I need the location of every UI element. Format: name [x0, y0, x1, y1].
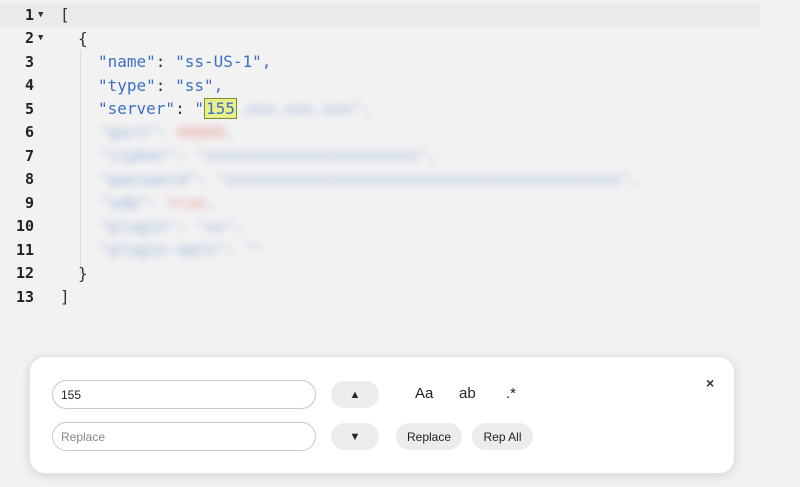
line-number: 8: [24, 170, 34, 189]
gutter: 1 ▼: [0, 3, 52, 27]
code-line-1[interactable]: 1 ▼ [: [0, 3, 760, 27]
code-text: ]: [60, 287, 70, 307]
redacted-text: .xxx.xxx.xxx",: [236, 99, 372, 119]
colon: :: [155, 52, 176, 72]
code-line-12[interactable]: 12 }: [0, 262, 760, 286]
redacted-text: "password": "xxxxxxxxxxxxxxxxxxxxxxxxxxx…: [100, 169, 640, 189]
code-line-6[interactable]: 6 "port": 00000,: [0, 121, 760, 145]
code-text: [: [60, 5, 70, 25]
line-number: 10: [15, 217, 34, 236]
gutter: 10: [0, 215, 52, 239]
code-text: "server": " 155 .xxx.xxx.xxx",: [98, 98, 372, 120]
replace-button[interactable]: Replace: [396, 423, 462, 450]
line-number: 6: [24, 123, 34, 142]
line-number: 2: [24, 29, 34, 48]
gutter: 4: [0, 74, 52, 98]
line-number: 4: [24, 76, 34, 95]
whole-word-toggle[interactable]: ab: [459, 385, 476, 402]
code-line-3[interactable]: 3 "name": "ss-US-1",: [0, 50, 760, 74]
redacted-text: "plugin-opts": "": [100, 240, 264, 260]
replace-all-button[interactable]: Rep All: [472, 423, 533, 450]
line-number: 9: [24, 193, 34, 212]
search-match-highlight: 155: [203, 98, 237, 120]
gutter: 11: [0, 238, 52, 262]
line-number: 3: [24, 52, 34, 71]
json-value-prefix: ": [194, 99, 204, 119]
gutter: 6: [0, 121, 52, 145]
find-previous-button[interactable]: ▲: [331, 381, 379, 408]
gutter: 13: [0, 285, 52, 309]
line-number: 1: [24, 5, 34, 24]
regex-toggle[interactable]: .*: [506, 385, 516, 402]
code-line-4[interactable]: 4 "type": "ss",: [0, 74, 760, 98]
colon: :: [175, 99, 195, 119]
code-text: }: [78, 263, 88, 283]
json-value: "ss",: [175, 75, 224, 95]
find-replace-panel: ▲ ▼ Aa ab .* Replace Rep All ×: [29, 356, 735, 474]
gutter: 8: [0, 168, 52, 192]
arrow-down-icon: ▼: [349, 430, 361, 443]
code-line-7[interactable]: 7 "cipher": "xxxxxxxxxxxxxxxxxxxxxx",: [0, 144, 760, 168]
match-case-toggle[interactable]: Aa: [415, 385, 433, 402]
code-line-2[interactable]: 2 ▼ {: [0, 27, 760, 51]
code-line-13[interactable]: 13 ]: [0, 285, 760, 309]
redacted-text: "plugin": "xx",: [100, 216, 245, 236]
code-line-5[interactable]: 5 "server": " 155 .xxx.xxx.xxx",: [0, 97, 760, 121]
line-number: 13: [15, 287, 34, 306]
gutter: 7: [0, 144, 52, 168]
code-line-11[interactable]: 11 "plugin-opts": "": [0, 238, 760, 262]
code-editor[interactable]: 1 ▼ [ 2 ▼ { 3 "name": "ss-US-1", 4 "type…: [0, 0, 800, 320]
json-value: "ss-US-1",: [175, 52, 272, 72]
gutter: 9: [0, 191, 52, 215]
line-number: 5: [24, 99, 34, 118]
find-input[interactable]: [52, 380, 316, 409]
json-key: "type": [98, 75, 156, 95]
code-line-10[interactable]: 10 "plugin": "xx",: [0, 215, 760, 239]
code-line-9[interactable]: 9 "udp": true,: [0, 191, 760, 215]
code-text: "name": "ss-US-1",: [98, 52, 271, 71]
line-number: 12: [15, 264, 34, 283]
fold-arrow-icon[interactable]: ▼: [38, 33, 43, 43]
gutter: 5: [0, 97, 52, 121]
redacted-text: "cipher": "xxxxxxxxxxxxxxxxxxxxxx",: [100, 146, 438, 166]
code-text: {: [78, 28, 88, 48]
gutter: 12: [0, 262, 52, 286]
code-text: "type": "ss",: [98, 76, 223, 95]
colon: :: [155, 75, 176, 95]
gutter: 2 ▼: [0, 27, 52, 51]
redacted-text: "udp": true,: [100, 193, 216, 213]
close-icon[interactable]: ×: [706, 375, 714, 391]
arrow-up-icon: ▲: [349, 388, 361, 401]
line-number: 7: [24, 146, 34, 165]
code-line-8[interactable]: 8 "password": "xxxxxxxxxxxxxxxxxxxxxxxxx…: [0, 168, 760, 192]
json-key: "name": [98, 52, 156, 72]
replace-input[interactable]: [52, 422, 316, 451]
fold-arrow-icon[interactable]: ▼: [38, 10, 43, 20]
json-key: "server": [98, 99, 176, 119]
gutter: 3: [0, 50, 52, 74]
find-next-button[interactable]: ▼: [331, 423, 379, 450]
redacted-text: "port": 00000,: [100, 122, 235, 142]
line-number: 11: [15, 240, 34, 259]
